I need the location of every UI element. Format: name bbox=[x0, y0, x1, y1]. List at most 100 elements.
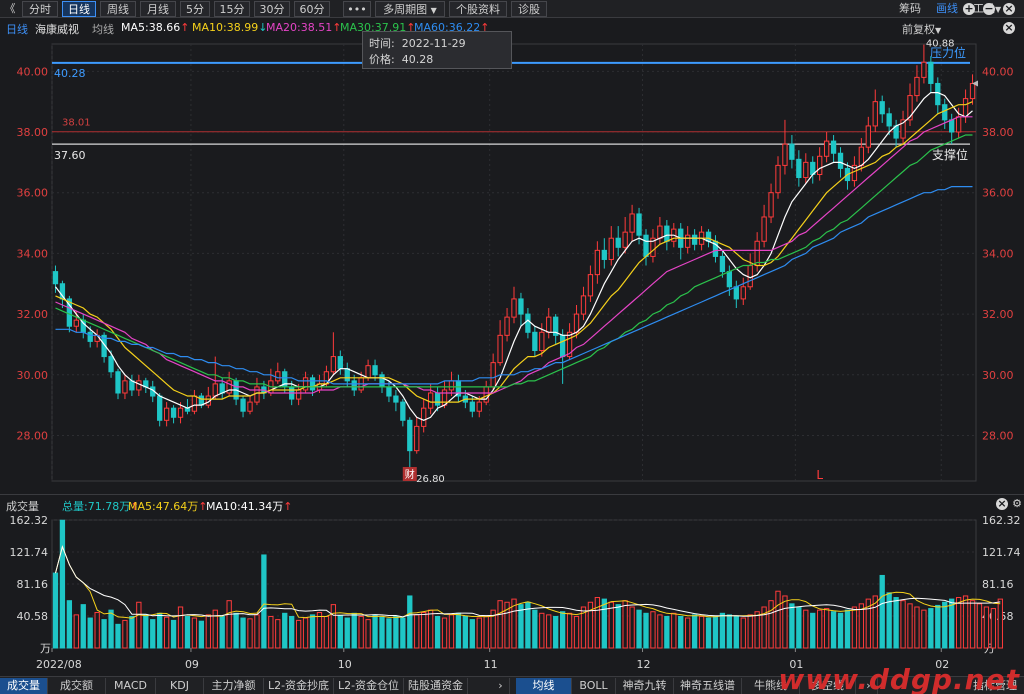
volume-bar bbox=[316, 612, 323, 649]
candle-body bbox=[546, 316, 552, 333]
candle bbox=[191, 389, 198, 415]
volume-bar bbox=[80, 604, 86, 649]
indicator-tab-3[interactable]: KDJ bbox=[156, 678, 204, 694]
volume-bar bbox=[136, 601, 142, 649]
add-icon[interactable]: + bbox=[963, 3, 975, 15]
close-volume-icon[interactable]: × bbox=[996, 498, 1008, 510]
level-3801-label: 38.01 bbox=[62, 118, 91, 129]
indicator-tab-6[interactable]: L2-资金仓位 bbox=[334, 678, 404, 694]
candle-body bbox=[817, 155, 823, 175]
volume-bar bbox=[330, 604, 337, 649]
period-tab-1[interactable]: 日线 bbox=[62, 1, 96, 17]
candle-body bbox=[448, 380, 455, 391]
indicator-tab-5[interactable]: L2-资金抄底 bbox=[264, 678, 334, 694]
price-chart[interactable]: 28.00 28.00 30.00 30.00 32.00 32.00 34.00 34.00… bbox=[0, 36, 1024, 494]
candle-body bbox=[163, 407, 170, 421]
back-button[interactable]: 《 bbox=[2, 1, 18, 17]
y-tick-label-left: 28.00 bbox=[17, 429, 49, 442]
volume-bar bbox=[150, 619, 156, 649]
candle bbox=[949, 113, 955, 145]
volume-header: 成交量 总量:71.78万↑ MA5:47.64万↑ MA10:41.34万↑ bbox=[0, 494, 1024, 513]
period-tab-4[interactable]: 5分 bbox=[180, 1, 210, 17]
candle-body bbox=[928, 61, 934, 84]
candle-body bbox=[539, 331, 545, 352]
indicator-tab-2[interactable]: MACD bbox=[106, 678, 156, 694]
volume-bar bbox=[803, 609, 809, 649]
overlay-tab-1[interactable]: BOLL bbox=[572, 678, 616, 694]
candle-body bbox=[379, 374, 385, 388]
candle-body bbox=[935, 82, 941, 106]
candle-body bbox=[691, 234, 698, 245]
period-tab-0[interactable]: 分时 bbox=[22, 1, 58, 17]
candle bbox=[240, 396, 246, 418]
close-legend-icon[interactable]: × bbox=[1003, 22, 1015, 34]
period-tab-7[interactable]: 60分 bbox=[294, 1, 330, 17]
ma-label: 均线 bbox=[92, 23, 114, 36]
candle bbox=[282, 368, 288, 393]
candle-body bbox=[469, 401, 475, 412]
diagnose-button[interactable]: 诊股 bbox=[511, 1, 547, 17]
candle bbox=[170, 405, 177, 424]
gear-icon[interactable]: ⚙ bbox=[1011, 498, 1023, 510]
overlay-tab-0[interactable]: 均线 bbox=[516, 678, 572, 694]
multi-period-dropdown[interactable]: 多周期图 ▼ bbox=[375, 1, 445, 17]
volume-bar bbox=[275, 619, 281, 649]
indicator-tab-7[interactable]: 陆股通资金 bbox=[404, 678, 468, 694]
volume-bar bbox=[990, 608, 997, 649]
volume-bar bbox=[455, 612, 462, 649]
volume-bar bbox=[115, 623, 121, 649]
period-tab-2[interactable]: 周线 bbox=[100, 1, 136, 17]
candle bbox=[768, 183, 774, 224]
candle bbox=[733, 280, 739, 309]
candle-body bbox=[309, 377, 316, 391]
candle-body bbox=[427, 392, 434, 409]
high-price-label: 40.88 bbox=[926, 39, 955, 50]
y-tick-label-right: 38.00 bbox=[982, 126, 1014, 139]
candle-body bbox=[518, 298, 524, 315]
candle bbox=[518, 292, 524, 327]
resistance-price-label: 40.28 bbox=[54, 67, 86, 80]
volume-bar bbox=[226, 600, 232, 649]
more-button[interactable]: ••• bbox=[343, 1, 371, 17]
volume-tick-left: 81.16 bbox=[17, 578, 49, 591]
candle-body bbox=[594, 249, 601, 276]
period-tab-3[interactable]: 月线 bbox=[140, 1, 176, 17]
volume-bar bbox=[268, 615, 274, 649]
overlay-tab-2[interactable]: 神奇九转 bbox=[616, 678, 674, 694]
candle bbox=[143, 377, 149, 393]
volume-bar bbox=[796, 606, 802, 649]
volume-bar bbox=[705, 617, 712, 649]
indicator-tab-1[interactable]: 成交额 bbox=[48, 678, 106, 694]
chevron-down-icon: ▼ bbox=[995, 5, 1002, 14]
candle bbox=[608, 226, 614, 266]
volume-chart[interactable]: 40.5840.5881.1681.16121.74121.74162.3216… bbox=[0, 512, 1024, 676]
adjust-dropdown[interactable]: 前复权▼ bbox=[902, 21, 941, 37]
candle-body bbox=[719, 255, 726, 273]
period-tab-6[interactable]: 30分 bbox=[254, 1, 290, 17]
candle-body bbox=[483, 386, 489, 403]
close-icon[interactable]: × bbox=[1003, 3, 1015, 15]
overlay-tab-3[interactable]: 神奇五线谱 bbox=[674, 678, 742, 694]
indicator-tab-0[interactable]: 成交量 bbox=[0, 678, 48, 694]
candle-body bbox=[87, 331, 93, 342]
stock-profile-button[interactable]: 个股资料 bbox=[449, 1, 507, 17]
scroll-right-icon[interactable]: › bbox=[492, 678, 510, 694]
candle-body bbox=[337, 356, 343, 370]
volume-bar bbox=[817, 609, 823, 649]
y-tick-label-right: 30.00 bbox=[982, 369, 1014, 382]
volume-bar bbox=[719, 612, 726, 649]
volume-bar bbox=[678, 615, 684, 649]
x-tick-label: 09 bbox=[185, 658, 199, 671]
candle-body bbox=[803, 161, 809, 179]
volume-bar bbox=[289, 615, 295, 649]
minus-icon[interactable]: − bbox=[983, 3, 995, 15]
top-toolbar: 《 分时 日线 周线 月线 5分 15分 30分 60分 ••• 多周期图 ▼ 个股资料 诊股… bbox=[0, 0, 1024, 18]
volume-bar bbox=[810, 612, 816, 649]
period-tab-5[interactable]: 15分 bbox=[214, 1, 250, 17]
volume-bar bbox=[879, 574, 885, 649]
volume-bar bbox=[664, 615, 670, 649]
candle-body bbox=[830, 140, 837, 154]
drawing-button[interactable]: 画线 bbox=[936, 1, 958, 17]
chips-button[interactable]: 筹码 bbox=[899, 1, 921, 17]
indicator-tab-4[interactable]: 主力净额 bbox=[204, 678, 264, 694]
